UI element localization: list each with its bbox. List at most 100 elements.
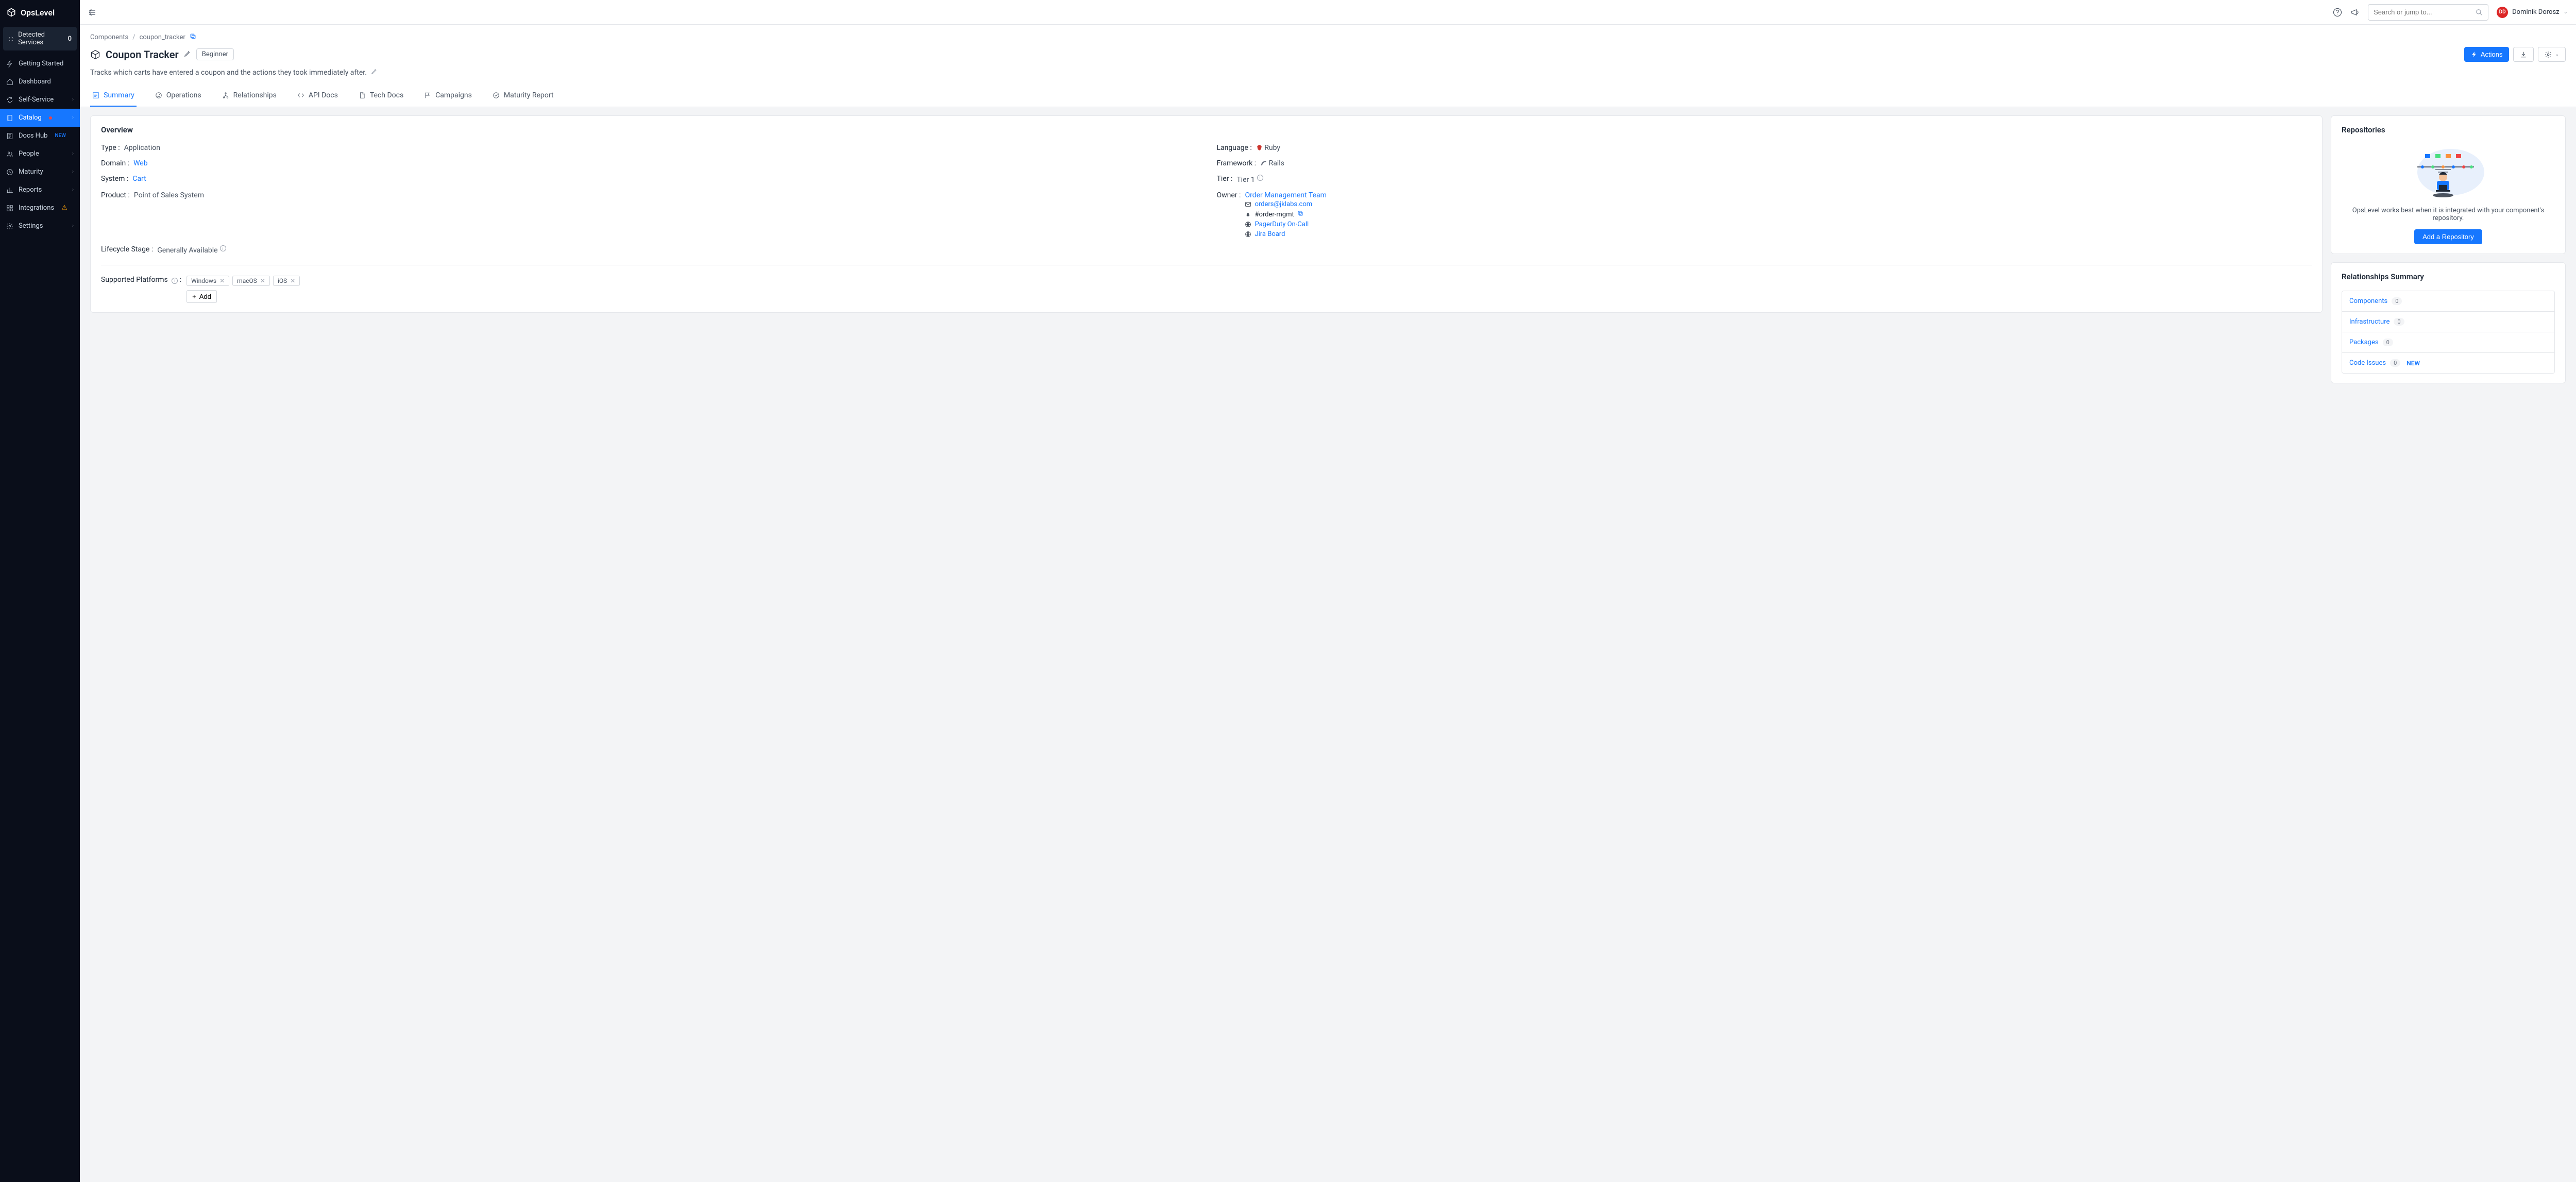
relationship-item[interactable]: Packages 0	[2342, 332, 2554, 353]
field-domain: Domain Web	[101, 159, 1196, 167]
field-type: Type Application	[101, 144, 1196, 152]
pencil-icon	[371, 68, 378, 75]
tab-operations[interactable]: Operations	[153, 85, 204, 107]
tree-icon	[222, 92, 229, 99]
bolt-icon	[6, 60, 13, 67]
owner-slack: #order-mgmt	[1255, 211, 1294, 218]
relationships-card: Relationships Summary Components 0 Infra…	[2331, 262, 2566, 383]
gauge-icon	[155, 92, 162, 99]
ruby-icon	[1256, 144, 1263, 151]
page-title: Coupon Tracker	[106, 48, 179, 61]
repositories-card: Repositories	[2331, 115, 2566, 254]
settings-dropdown[interactable]: ⌄	[2538, 47, 2566, 62]
chevron-down-icon: ⌄	[2564, 9, 2568, 15]
info-icon[interactable]: i	[172, 278, 178, 284]
owner-email[interactable]: orders@jklabs.com	[1255, 200, 1312, 208]
download-button[interactable]	[2513, 47, 2534, 62]
owner-pagerduty[interactable]: PagerDuty On-Call	[1255, 221, 1309, 228]
nav-dashboard[interactable]: Dashboard	[0, 73, 80, 91]
breadcrumb-root[interactable]: Components	[90, 33, 128, 41]
owner-team-link[interactable]: Order Management Team	[1245, 191, 1326, 199]
actions-button[interactable]: Actions	[2464, 47, 2510, 62]
edit-title-button[interactable]	[184, 50, 191, 59]
nav-reports[interactable]: Reports ›	[0, 181, 80, 199]
sidebar-toggle[interactable]	[88, 8, 96, 16]
globe-icon	[1245, 231, 1251, 238]
announcements-button[interactable]	[2350, 8, 2360, 17]
platform-tag: macOS✕	[232, 276, 270, 286]
overview-card: Overview Type Application Language Ruby …	[90, 115, 2323, 313]
tab-relationships[interactable]: Relationships	[220, 85, 279, 107]
remove-tag-icon[interactable]: ✕	[290, 277, 295, 284]
brand-logo[interactable]: OpsLevel	[0, 0, 80, 25]
search-input[interactable]	[2374, 8, 2471, 16]
nav-self-service[interactable]: Self-Service ›	[0, 91, 80, 109]
api-icon	[297, 92, 304, 99]
copy-icon[interactable]	[190, 33, 196, 42]
repositories-heading: Repositories	[2342, 125, 2555, 134]
chevron-right-icon: ›	[72, 151, 74, 157]
breadcrumb-separator: /	[132, 33, 135, 41]
user-name: Dominik Dorosz	[2512, 8, 2559, 16]
tab-tech-docs[interactable]: Tech Docs	[357, 85, 405, 107]
chevron-down-icon: ⌄	[2555, 52, 2559, 57]
chevron-right-icon: ›	[72, 97, 74, 103]
relationship-item[interactable]: Code Issues 0 NEW	[2342, 353, 2554, 373]
detected-services-count: 0	[68, 35, 72, 43]
field-framework: Framework Rails	[1217, 159, 2312, 167]
page-description: Tracks which carts have entered a coupon…	[90, 69, 367, 77]
tab-maturity-report[interactable]: Maturity Report	[490, 85, 556, 107]
nav-settings[interactable]: Settings ›	[0, 217, 80, 235]
copy-icon[interactable]	[1297, 210, 1303, 218]
breadcrumb-current: coupon_tracker	[140, 33, 185, 41]
level-tag: Beginner	[196, 48, 234, 60]
megaphone-icon	[2350, 8, 2360, 17]
info-icon[interactable]: i	[1257, 175, 1263, 181]
summary-icon	[92, 92, 99, 99]
sparkle-icon	[8, 36, 14, 42]
empty-state-illustration	[2407, 144, 2489, 200]
tabs: Summary Operations Relationships API Doc…	[80, 85, 2576, 107]
nav-integrations[interactable]: Integrations ⚠	[0, 199, 80, 217]
collapse-icon	[88, 8, 96, 16]
tab-summary[interactable]: Summary	[90, 85, 137, 107]
add-platform-button[interactable]: +Add	[187, 290, 217, 303]
target-icon	[6, 168, 13, 176]
nav-maturity[interactable]: Maturity ›	[0, 163, 80, 181]
detected-services-button[interactable]: Detected Services 0	[3, 27, 77, 50]
cube-icon	[90, 49, 100, 60]
field-product: Product Point of Sales System	[101, 191, 1196, 238]
globe-icon	[1245, 221, 1251, 228]
remove-tag-icon[interactable]: ✕	[219, 277, 225, 284]
platform-tag: Windows✕	[187, 276, 229, 286]
user-menu[interactable]: DD Dominik Dorosz ⌄	[2497, 7, 2568, 18]
home-icon	[6, 78, 13, 86]
help-icon	[2333, 8, 2342, 17]
search-box[interactable]	[2368, 4, 2488, 21]
field-language: Language Ruby	[1217, 144, 2312, 152]
edit-description-button[interactable]	[371, 68, 378, 77]
repositories-empty-text: OpsLevel works best when it is integrate…	[2342, 207, 2555, 222]
download-icon	[2520, 51, 2527, 58]
nav-people[interactable]: People ›	[0, 145, 80, 163]
nav-catalog[interactable]: Catalog ›	[0, 109, 80, 127]
gear-icon	[6, 223, 13, 230]
new-badge: NEW	[55, 133, 66, 139]
remove-tag-icon[interactable]: ✕	[260, 277, 265, 284]
add-repository-button[interactable]: Add a Repository	[2414, 229, 2482, 244]
page-header: Components / coupon_tracker Coupon Track…	[80, 25, 2576, 77]
relationship-item[interactable]: Components 0	[2342, 291, 2554, 312]
tab-campaigns[interactable]: Campaigns	[422, 85, 474, 107]
nav-docs-hub[interactable]: Docs Hub NEW	[0, 127, 80, 145]
nav-getting-started[interactable]: Getting Started	[0, 55, 80, 73]
page-description-row: Tracks which carts have entered a coupon…	[90, 68, 2566, 77]
field-system: System Cart	[101, 175, 1196, 184]
owner-jira[interactable]: Jira Board	[1255, 230, 1285, 238]
grid-icon	[6, 205, 13, 212]
tab-api-docs[interactable]: API Docs	[295, 85, 340, 107]
relationship-item[interactable]: Infrastructure 0	[2342, 312, 2554, 332]
warning-icon: ⚠	[61, 204, 67, 212]
help-button[interactable]	[2333, 8, 2342, 17]
info-icon[interactable]: i	[220, 245, 226, 251]
search-icon	[2476, 9, 2483, 16]
